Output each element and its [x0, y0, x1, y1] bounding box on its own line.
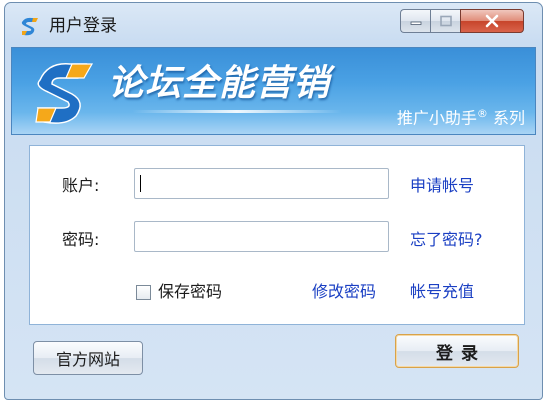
- forgot-password-link[interactable]: 忘了密码?: [410, 230, 483, 250]
- password-input[interactable]: [134, 221, 389, 252]
- banner-glow-line: [132, 110, 342, 113]
- minimize-icon: [410, 21, 421, 25]
- banner: 论坛全能营销 推广小助手® 系列: [11, 47, 536, 135]
- login-window: 用户登录 论坛全能营销 推广小助手® 系列 账户: 申请帐号 密码: 忘了密码?…: [4, 2, 543, 400]
- account-input[interactable]: [134, 168, 389, 199]
- banner-subtitle: 推广小助手® 系列: [397, 104, 525, 128]
- close-button[interactable]: [460, 9, 524, 33]
- official-website-button[interactable]: 官方网站: [33, 341, 143, 375]
- login-form: 账户: 申请帐号 密码: 忘了密码? 保存密码 修改密码 帐号充值: [29, 145, 525, 325]
- title-bar[interactable]: 用户登录: [5, 3, 542, 47]
- banner-title: 论坛全能营销: [108, 63, 331, 104]
- swirl-logo-icon: [21, 17, 38, 36]
- password-label: 密码:: [62, 230, 100, 249]
- swirl-logo-icon: [35, 63, 94, 124]
- close-icon: [485, 14, 499, 28]
- minimize-button[interactable]: [400, 9, 430, 33]
- window-controls: [400, 9, 524, 35]
- change-password-link[interactable]: 修改密码: [312, 282, 376, 302]
- registered-mark: ®: [476, 106, 488, 120]
- remember-password-checkbox[interactable]: [136, 285, 151, 300]
- banner-subtitle-main: 推广小助手: [396, 108, 477, 127]
- login-button[interactable]: 登录: [395, 334, 519, 368]
- window-title: 用户登录: [49, 16, 117, 36]
- register-account-link[interactable]: 申请帐号: [410, 176, 474, 196]
- remember-password-label[interactable]: 保存密码: [158, 282, 222, 302]
- account-label: 账户:: [62, 176, 100, 195]
- banner-subtitle-suffix: 系列: [487, 108, 525, 127]
- maximize-button[interactable]: [430, 9, 460, 33]
- maximize-icon: [439, 15, 452, 27]
- recharge-account-link[interactable]: 帐号充值: [410, 282, 474, 302]
- text-caret: [140, 175, 141, 192]
